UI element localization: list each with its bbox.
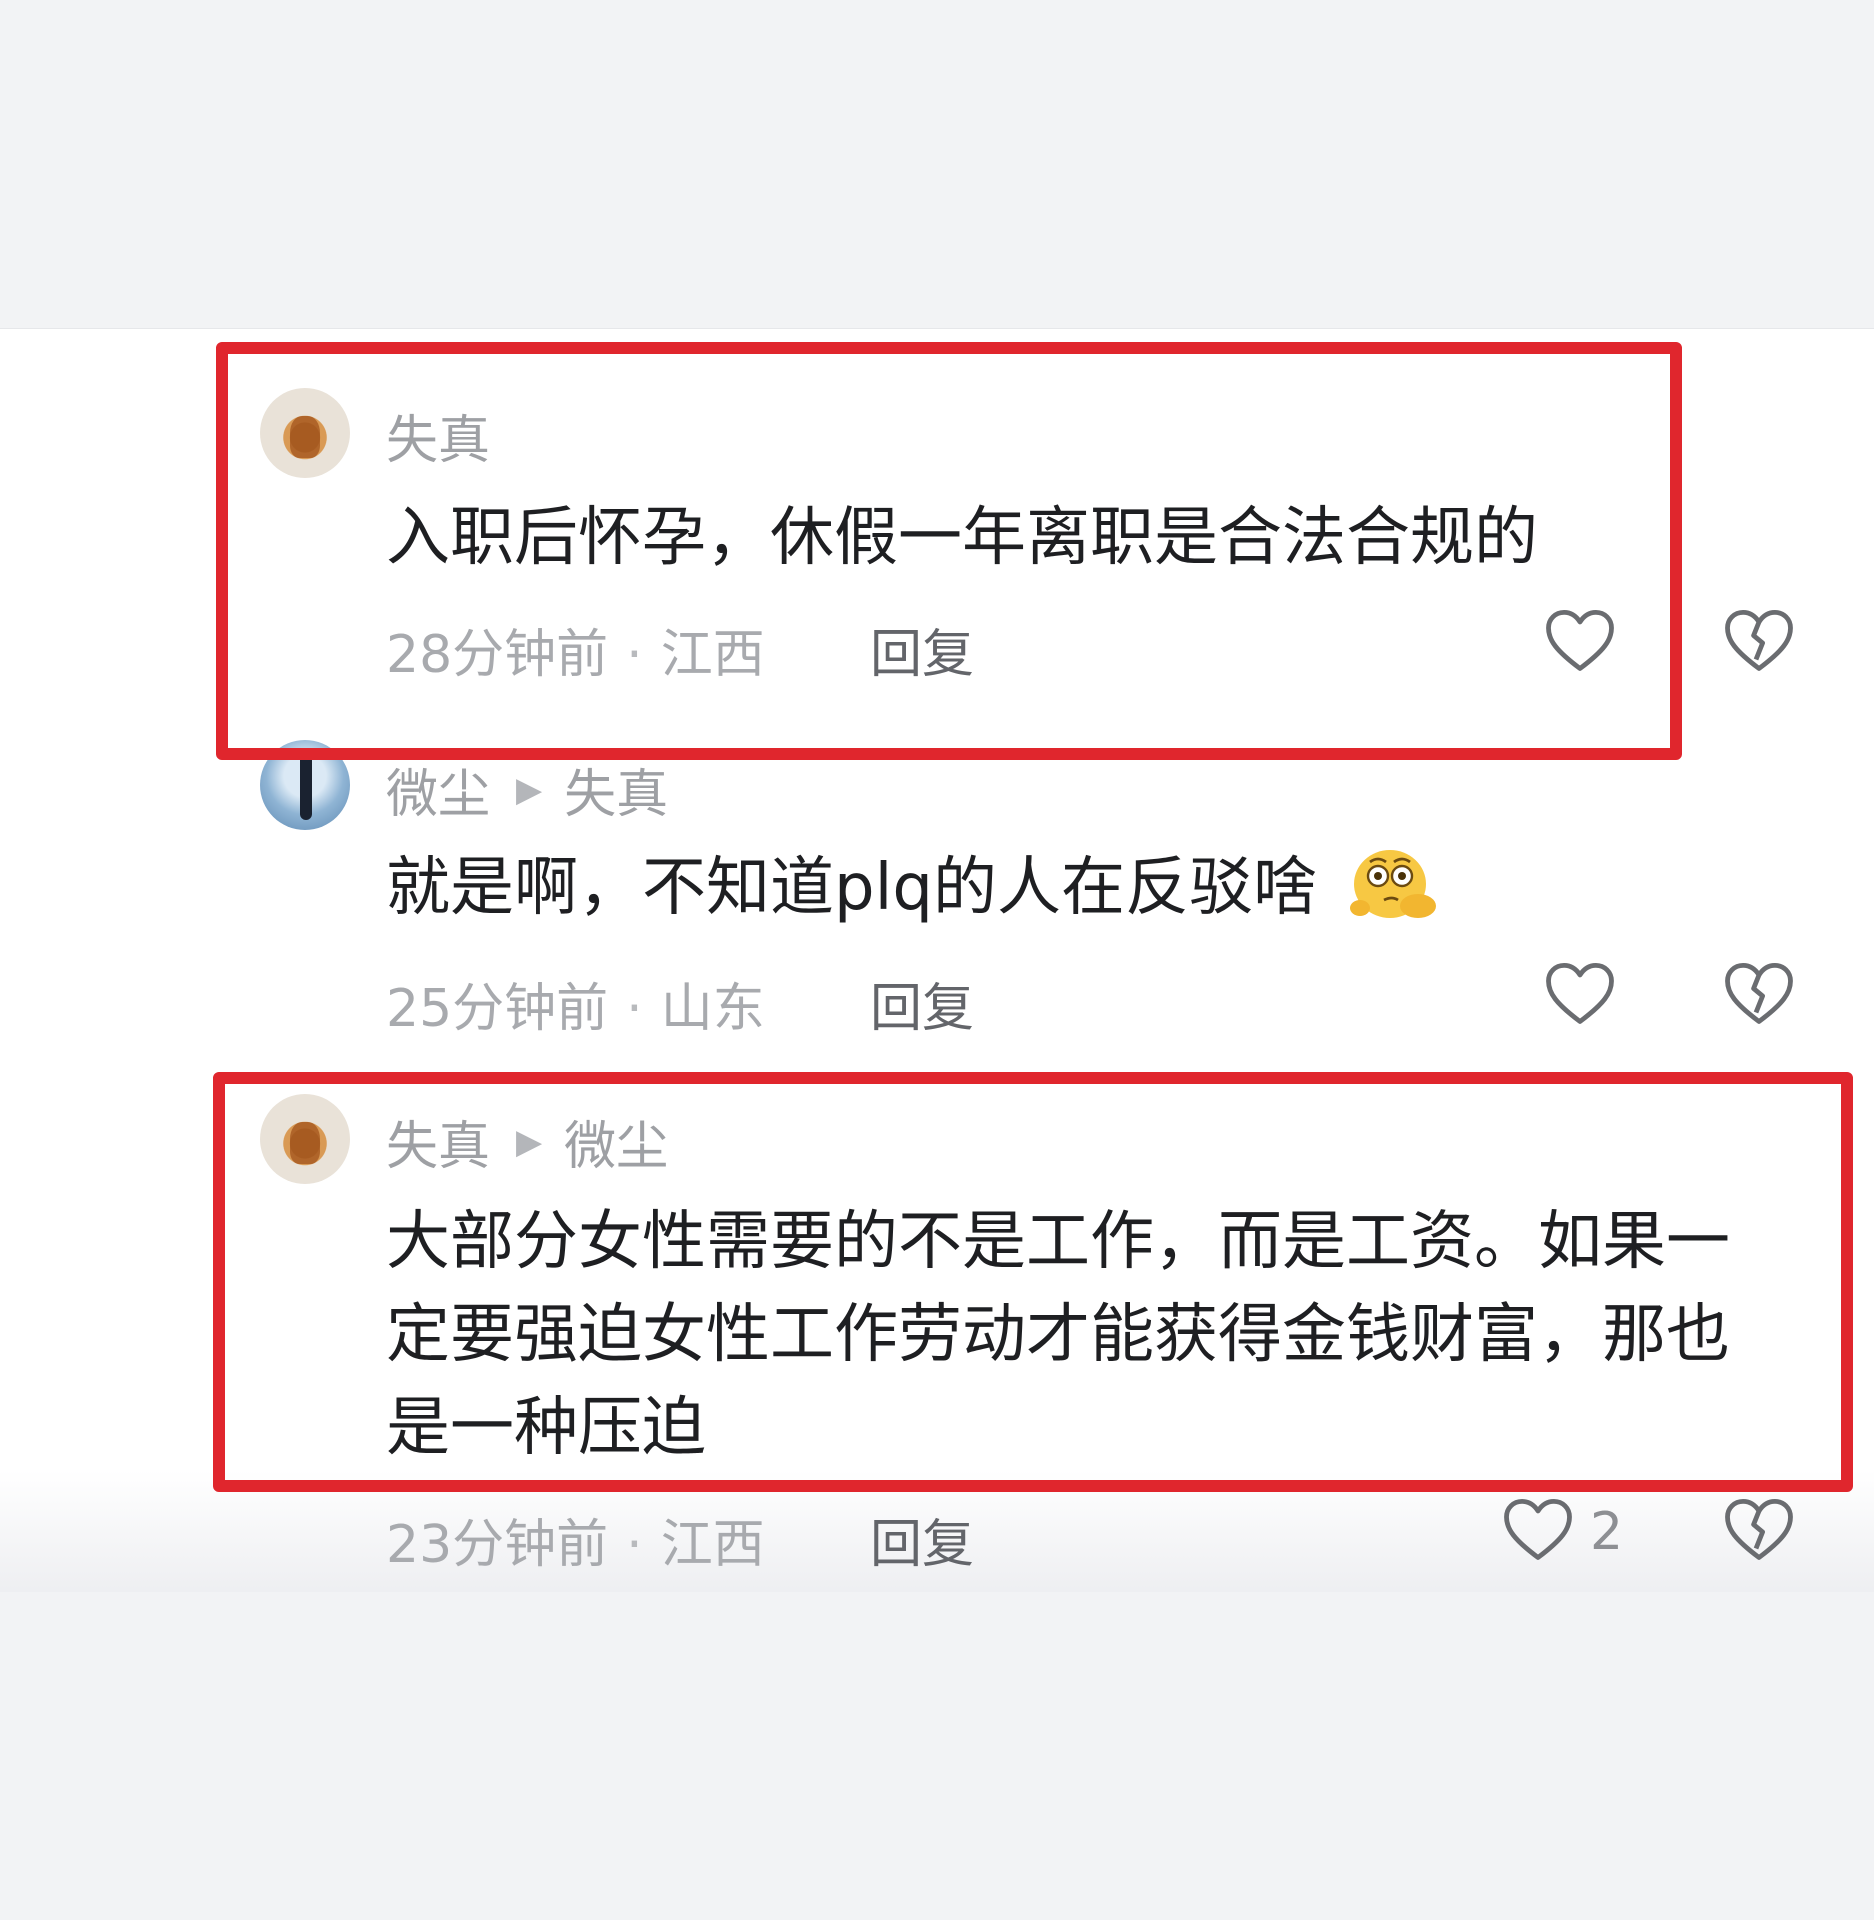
broken-heart-icon[interactable] (1723, 607, 1795, 673)
comment-time: 23分钟前 (386, 1515, 609, 1575)
broken-heart-icon[interactable] (1723, 960, 1795, 1026)
separator-dot: · (626, 1515, 643, 1575)
comment-location: 山东 (660, 979, 765, 1039)
broken-heart-icon[interactable] (1723, 1496, 1795, 1562)
comment-location: 江西 (660, 1515, 765, 1575)
play-triangle-icon: ▶ (516, 769, 543, 810)
comment-author[interactable]: 微尘 ▶ 失真 (386, 752, 668, 827)
comment-meta: 25分钟前 · 山东 (386, 966, 765, 1041)
thinking-face-emoji (1350, 850, 1436, 918)
reply-button[interactable]: 回复 (870, 966, 974, 1041)
bottom-blank-area (0, 1592, 1874, 1920)
highlight-box (213, 1072, 1853, 1492)
like-count: 2 (1590, 1502, 1624, 1562)
comment-meta: 23分钟前 · 江西 (386, 1502, 765, 1577)
comment-time: 25分钟前 (386, 979, 609, 1039)
comment-text: 就是啊，不知道plq的人在反驳啥 (386, 842, 1317, 935)
heart-outline-icon[interactable] (1544, 960, 1616, 1026)
reply-to-name[interactable]: 失真 (564, 752, 668, 827)
highlight-box (216, 342, 1682, 760)
reply-button[interactable]: 回复 (870, 1502, 974, 1577)
comment-text-content: 就是啊，不知道plq的人在反驳啥 (386, 851, 1318, 925)
separator-dot: · (626, 979, 643, 1039)
author-name[interactable]: 微尘 (386, 752, 490, 827)
top-blank-area (0, 0, 1874, 328)
heart-outline-icon[interactable] (1502, 1496, 1574, 1562)
